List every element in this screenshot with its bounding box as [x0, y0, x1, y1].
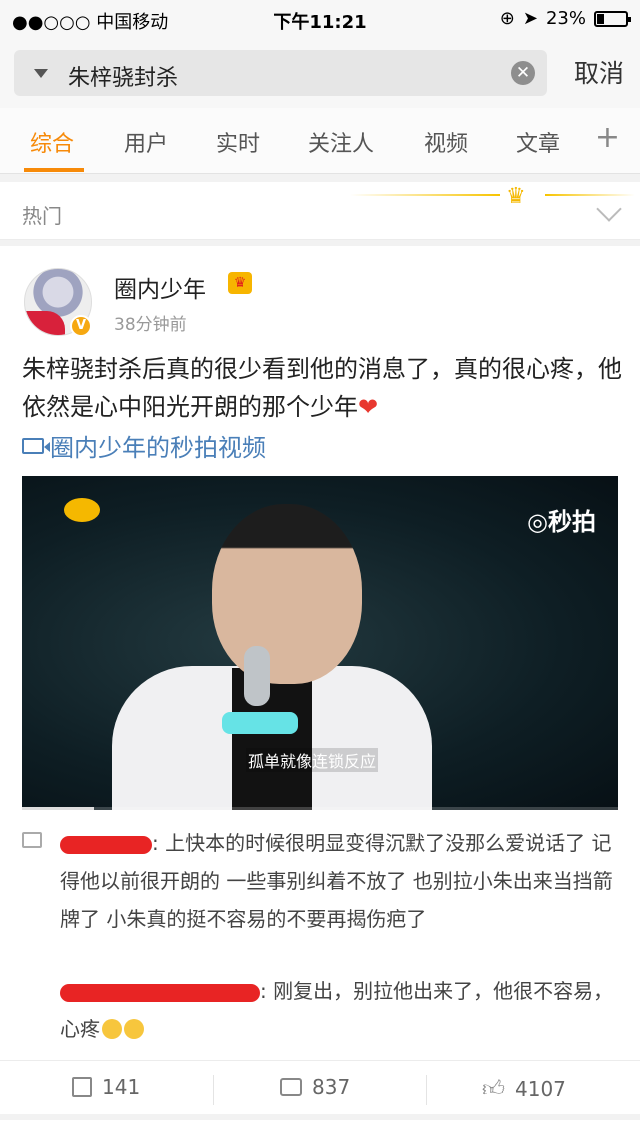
comment-count: 837 — [312, 1075, 351, 1099]
redacted-username — [60, 835, 152, 854]
hunan-tv-logo-icon — [64, 498, 100, 522]
like-count: 4107 — [515, 1076, 566, 1101]
comment-icon — [280, 1078, 302, 1096]
video-subtitle: 孤单就像连锁反应 — [246, 748, 379, 772]
microphone — [244, 646, 270, 706]
location-icon: ➤ — [522, 8, 538, 29]
decor-line — [350, 194, 500, 196]
weibo-post-card[interactable]: V 圈内少年 ♛ 38分钟前 朱梓骁封杀后真的很少看到他的消息了，真的很心疼，他… — [0, 246, 640, 1114]
cyan-object — [222, 712, 298, 734]
post-action-bar: 141 837 👍︎ 4107 — [0, 1060, 640, 1114]
video-person-head — [212, 504, 362, 684]
verified-icon: V — [70, 315, 92, 337]
tab-users[interactable]: 用户 — [124, 126, 168, 158]
vip-crown-icon: ♛ — [228, 272, 252, 294]
action-divider — [426, 1075, 427, 1105]
crown-icon: ♛ — [506, 184, 526, 209]
hot-section-header[interactable]: 热门 ♛ — [0, 182, 640, 240]
active-tab-indicator — [24, 168, 84, 172]
comment-button[interactable]: 837 — [280, 1075, 350, 1099]
status-right: ⊕ ➤ 23% — [499, 8, 631, 29]
comment-item[interactable]: : 上快本的时候很明显变得沉默了没那么爱说话了 记得他以前很开朗的 一些事别纠着… — [60, 824, 622, 938]
status-bar: ●●○○○ 中国移动 下午11:21 ⊕ ➤ 23% — [0, 0, 640, 40]
comment-icon — [22, 832, 42, 848]
video-camera-icon — [22, 437, 50, 454]
repost-count: 141 — [102, 1075, 141, 1099]
repost-icon — [72, 1077, 92, 1097]
heart-icon: ❤ — [358, 393, 379, 421]
comment-item[interactable]: : 刚复出，别拉他出来了，他很不容易，心疼 — [60, 972, 622, 1048]
clear-icon[interactable]: ✕ — [511, 61, 535, 85]
battery-icon — [594, 10, 631, 27]
sad-emoji-icon — [102, 1019, 122, 1039]
search-input[interactable]: 朱梓骁封杀 ✕ — [14, 50, 547, 96]
search-query[interactable]: 朱梓骁封杀 — [68, 60, 178, 92]
search-tabs: 综合 用户 实时 关注人 视频 文章 + — [0, 108, 640, 174]
post-time: 38分钟前 — [114, 315, 187, 335]
tab-realtime[interactable]: 实时 — [216, 126, 260, 158]
video-link[interactable]: 圈内少年的秒拍视频 — [22, 428, 266, 463]
miaopai-watermark: ◎秒拍 — [527, 508, 596, 536]
dropdown-triangle-icon[interactable] — [34, 69, 48, 78]
tab-following[interactable]: 关注人 — [308, 126, 374, 158]
action-divider — [213, 1075, 214, 1105]
search-header: 朱梓骁封杀 ✕ 取消 — [0, 40, 640, 108]
chevron-down-icon[interactable] — [596, 196, 622, 222]
post-username[interactable]: 圈内少年 — [114, 270, 206, 304]
lock-rotation-icon: ⊕ — [499, 8, 515, 29]
post-text: 朱梓骁封杀后真的很少看到他的消息了，真的很心疼，他依然是心中阳光开朗的那个少年❤ — [22, 350, 622, 426]
video-progress — [22, 807, 618, 810]
tab-comprehensive[interactable]: 综合 — [30, 126, 74, 158]
next-card-edge — [0, 1120, 640, 1138]
tab-video[interactable]: 视频 — [424, 126, 468, 158]
tab-articles[interactable]: 文章 — [516, 126, 562, 158]
cancel-button[interactable]: 取消 — [574, 54, 624, 90]
add-tab-icon[interactable]: + — [595, 120, 620, 155]
hot-label: 热门 — [22, 204, 62, 228]
video-link-label[interactable]: 圈内少年的秒拍视频 — [50, 428, 266, 463]
video-thumbnail[interactable]: ◎秒拍 孤单就像连锁反应 — [22, 476, 618, 810]
sad-emoji-icon — [124, 1019, 144, 1039]
battery-percent: 23% — [545, 8, 586, 29]
thumbs-up-icon: 👍︎ — [482, 1077, 505, 1102]
repost-button[interactable]: 141 — [72, 1075, 140, 1099]
decor-line-right — [545, 194, 635, 196]
post-body: 朱梓骁封杀后真的很少看到他的消息了，真的很心疼，他依然是心中阳光开朗的那个少年 — [22, 355, 622, 421]
redacted-username — [60, 983, 260, 1002]
like-button[interactable]: 👍︎ 4107 — [482, 1075, 566, 1103]
